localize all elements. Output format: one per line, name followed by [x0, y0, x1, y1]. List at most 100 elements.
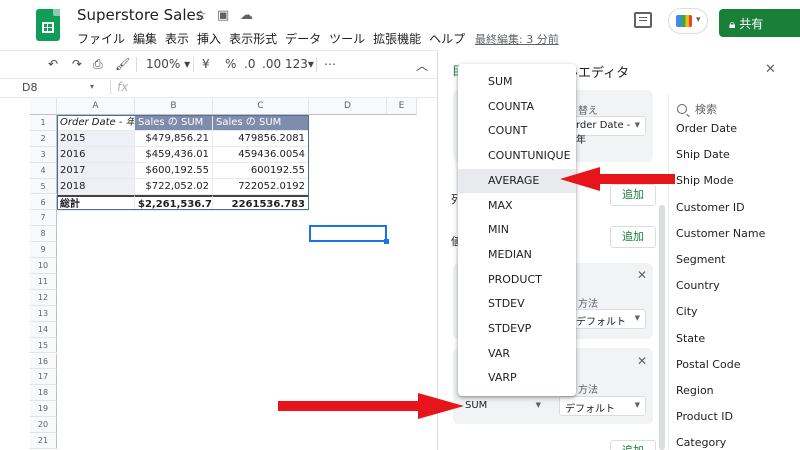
row-header[interactable]: 13: [30, 305, 57, 322]
row-header[interactable]: 19: [30, 401, 57, 418]
fill-handle[interactable]: [384, 239, 389, 245]
field-item[interactable]: Segment: [676, 253, 726, 266]
collapse-chevron-icon[interactable]: ︿: [416, 57, 428, 74]
percent-format-button[interactable]: %: [225, 57, 236, 71]
sheets-logo-icon[interactable]: [36, 9, 60, 41]
undo-icon[interactable]: ↶: [48, 57, 58, 71]
field-item[interactable]: City: [676, 305, 698, 318]
column-header[interactable]: C: [213, 98, 309, 115]
row-header[interactable]: 18: [30, 385, 57, 402]
last-edit-link[interactable]: 最終編集: 3 分前: [475, 31, 559, 47]
dropdown-option[interactable]: MEDIAN: [458, 243, 576, 267]
field-item[interactable]: Ship Date: [676, 148, 730, 161]
meet-button[interactable]: ▾: [668, 8, 708, 34]
menu-item[interactable]: 表示形式: [229, 30, 277, 47]
add-filter-button[interactable]: 追加: [610, 440, 656, 450]
row-header[interactable]: 4: [30, 162, 57, 179]
star-icon[interactable]: ☆: [195, 8, 207, 23]
row-header[interactable]: 17: [30, 369, 57, 386]
row-header[interactable]: 15: [30, 337, 57, 354]
menu-item[interactable]: 表示: [165, 30, 189, 47]
zoom-select[interactable]: 100% ▾: [146, 57, 190, 71]
add-value-button[interactable]: 追加: [610, 226, 656, 248]
row-header[interactable]: 16: [30, 353, 57, 370]
row-header[interactable]: 21: [30, 433, 57, 449]
decrease-decimal-button[interactable]: .0: [244, 57, 255, 71]
sort-select[interactable]: rder Date - 年 ▼: [570, 116, 646, 146]
summarize-by-select[interactable]: SUM ▼: [459, 396, 547, 416]
field-item[interactable]: Customer Name: [676, 227, 765, 240]
field-item[interactable]: Order Date: [676, 122, 737, 135]
close-icon[interactable]: ✕: [765, 62, 776, 77]
field-item[interactable]: Customer ID: [676, 201, 745, 214]
column-header[interactable]: D: [309, 98, 387, 115]
panel-scrollbar[interactable]: [659, 205, 665, 450]
row-header[interactable]: 3: [30, 146, 57, 163]
chevron-down-icon[interactable]: ▾: [90, 82, 94, 91]
menu-bar: ファイル 編集 表示 挿入 表示形式 データ ツール 拡張機能 ヘルプ: [77, 30, 465, 47]
field-item[interactable]: Ship Mode: [676, 174, 733, 187]
row-header[interactable]: 6: [30, 194, 57, 211]
share-button[interactable]: 🔒︎ 共有: [719, 9, 800, 37]
more-options-icon[interactable]: ⋯: [324, 57, 336, 71]
show-as-select[interactable]: デフォルト ▼: [559, 396, 646, 416]
row-header[interactable]: 2: [30, 130, 57, 147]
menu-item[interactable]: ツール: [329, 30, 365, 47]
dropdown-option[interactable]: COUNT: [458, 119, 576, 143]
dropdown-option[interactable]: PRODUCT: [458, 268, 576, 292]
menu-item[interactable]: 編集: [133, 30, 157, 47]
row-header[interactable]: 9: [30, 242, 57, 259]
print-icon[interactable]: ⎙: [93, 57, 103, 72]
move-folder-icon[interactable]: ▣: [217, 8, 229, 23]
dropdown-option[interactable]: AVERAGE: [458, 168, 576, 193]
menu-item[interactable]: ヘルプ: [429, 30, 465, 47]
comment-history-icon[interactable]: [634, 12, 652, 28]
menu-item[interactable]: データ: [285, 30, 321, 47]
close-icon[interactable]: ✕: [637, 354, 647, 368]
row-header[interactable]: 12: [30, 289, 57, 306]
more-formats-button[interactable]: 123▾: [285, 57, 314, 71]
row-header[interactable]: 5: [30, 178, 57, 195]
increase-decimal-button[interactable]: .00: [262, 57, 281, 71]
field-item[interactable]: Region: [676, 384, 714, 397]
dropdown-option[interactable]: VAR: [458, 342, 576, 366]
field-item[interactable]: Product ID: [676, 410, 733, 423]
row-header[interactable]: 7: [30, 210, 57, 227]
menu-item[interactable]: ファイル: [77, 30, 125, 47]
menu-item[interactable]: 挿入: [197, 30, 221, 47]
field-item[interactable]: State: [676, 332, 705, 345]
row-header[interactable]: 1: [30, 115, 57, 131]
column-header[interactable]: A: [57, 98, 135, 115]
dropdown-option[interactable]: SUM: [458, 70, 576, 94]
dropdown-option[interactable]: VARP: [458, 366, 576, 390]
column-header[interactable]: B: [135, 98, 213, 115]
doc-title[interactable]: Superstore Sales: [77, 6, 204, 24]
dropdown-option[interactable]: STDEVP: [458, 317, 576, 341]
field-item[interactable]: Category: [676, 436, 726, 449]
dropdown-option[interactable]: COUNTUNIQUE: [458, 144, 576, 168]
dropdown-option[interactable]: STDEV: [458, 292, 576, 316]
row-header[interactable]: 11: [30, 274, 57, 290]
field-item[interactable]: Postal Code: [676, 358, 740, 371]
row-header[interactable]: 14: [30, 321, 57, 338]
row-header[interactable]: 20: [30, 417, 57, 433]
select-all-corner[interactable]: [30, 98, 57, 115]
name-box[interactable]: D8: [22, 81, 122, 94]
dropdown-option[interactable]: MAX: [458, 194, 576, 218]
cloud-status-icon[interactable]: ☁: [240, 8, 253, 23]
selected-cell[interactable]: [309, 225, 387, 243]
paint-format-icon[interactable]: 🖌︎: [115, 57, 130, 71]
dropdown-option[interactable]: COUNTA: [458, 95, 576, 119]
menu-item[interactable]: 拡張機能: [373, 30, 421, 47]
column-header[interactable]: E: [387, 98, 417, 115]
chevron-down-icon: ▾: [696, 15, 701, 25]
close-icon[interactable]: ✕: [637, 268, 647, 282]
redo-icon[interactable]: ↷: [72, 57, 82, 71]
show-as-select[interactable]: デフォルト ▼: [570, 309, 646, 329]
currency-format-button[interactable]: ¥: [202, 57, 210, 71]
row-header[interactable]: 10: [30, 258, 57, 274]
row-header[interactable]: 8: [30, 226, 57, 243]
field-search[interactable]: 検索: [677, 101, 717, 117]
dropdown-option[interactable]: MIN: [458, 218, 576, 242]
field-item[interactable]: Country: [676, 279, 720, 292]
